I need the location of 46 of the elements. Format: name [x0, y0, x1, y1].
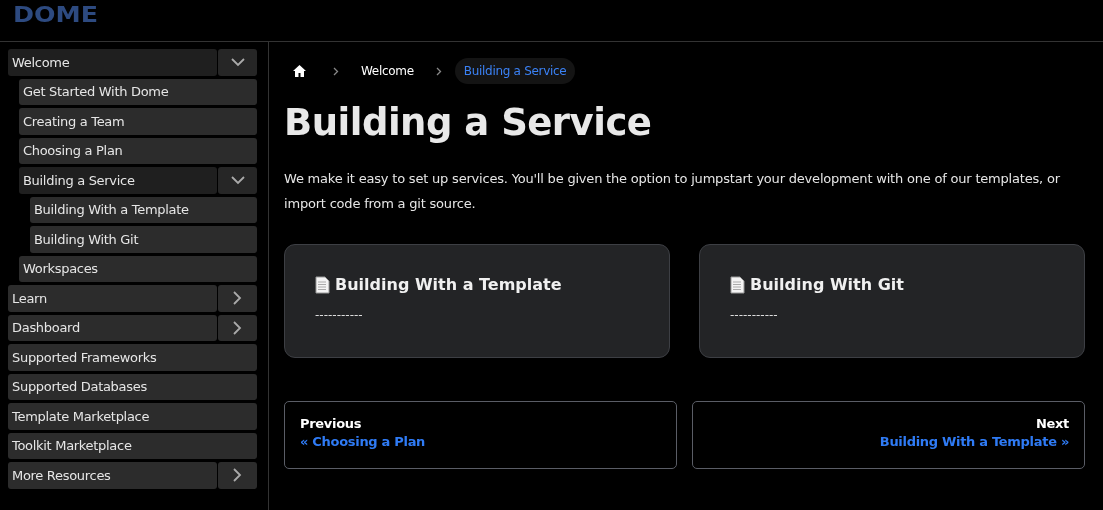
card-title: Building With Git — [750, 275, 904, 294]
chevron-down-icon — [230, 57, 245, 67]
chevron-down-icon — [230, 175, 245, 185]
sidebar-item[interactable]: Get Started With Dome — [19, 78, 257, 105]
chevron-right-icon — [435, 66, 442, 76]
previous-label: Previous — [300, 416, 363, 431]
home-icon[interactable] — [293, 65, 306, 77]
link-card[interactable]: Building With a Template ----------- — [284, 244, 670, 358]
expand-toggle[interactable] — [218, 285, 257, 312]
sidebar-item[interactable]: Dashboard — [8, 314, 217, 341]
chevron-right-icon — [233, 320, 242, 335]
previous-link[interactable]: « Choosing a Plan — [300, 434, 661, 449]
next-page-link[interactable]: Next Building With a Template » — [692, 401, 1085, 469]
next-link[interactable]: Building With a Template » — [879, 434, 1069, 449]
chevron-right-icon — [233, 291, 242, 306]
sidebar-item[interactable]: Building With Git — [30, 226, 257, 253]
intro-paragraph: We make it easy to set up services. You'll be given the option to jumpstart your development with one of our templates, or import code from a git source. — [284, 170, 1061, 213]
expand-toggle[interactable] — [218, 462, 257, 489]
document-icon — [730, 275, 745, 294]
sidebar-item[interactable]: Template Marketplace — [8, 403, 257, 430]
sidebar-item[interactable]: Supported Frameworks — [8, 344, 257, 371]
sidebar-item[interactable]: Toolkit Marketplace — [8, 432, 257, 459]
next-label: Next — [1035, 416, 1069, 431]
sidebar-item[interactable]: Learn — [8, 285, 217, 312]
card-description: ----------- — [730, 308, 779, 322]
sidebar-item[interactable]: Creating a Team — [19, 108, 257, 135]
chevron-right-icon — [333, 66, 339, 76]
card-title: Building With a Template — [335, 275, 562, 294]
breadcrumb[interactable]: Building a Service — [454, 58, 576, 84]
previous-page-link[interactable]: Previous « Choosing a Plan — [284, 401, 677, 469]
link-card[interactable]: Building With Git ----------- — [699, 244, 1085, 358]
sidebar-item[interactable]: Workspaces — [19, 255, 257, 282]
card-description: ----------- — [315, 308, 364, 322]
expand-toggle[interactable] — [218, 167, 257, 194]
sidebar-item[interactable]: Welcome — [8, 49, 217, 76]
expand-toggle[interactable] — [218, 49, 257, 76]
document-icon — [315, 275, 330, 294]
sidebar-item[interactable]: Building a Service — [19, 167, 217, 194]
sidebar-item[interactable]: Building With a Template — [30, 196, 257, 223]
sidebar-item[interactable]: Choosing a Plan — [19, 137, 257, 164]
chevron-right-icon — [233, 468, 242, 483]
page-title: Building a Service — [284, 101, 653, 144]
expand-toggle[interactable] — [218, 314, 257, 341]
sidebar-item[interactable]: Supported Databases — [8, 373, 257, 400]
sidebar-item[interactable]: More Resources — [8, 462, 217, 489]
breadcrumb[interactable]: Welcome — [352, 58, 423, 84]
